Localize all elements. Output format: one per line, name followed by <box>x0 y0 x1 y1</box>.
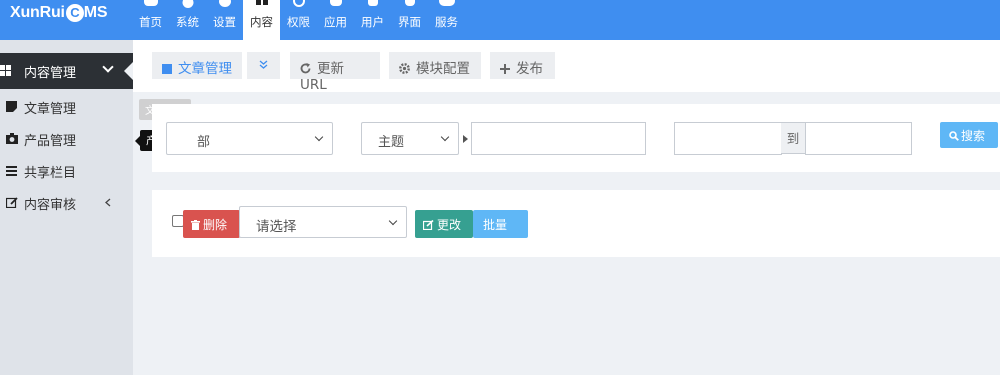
date-from-input[interactable] <box>674 122 782 155</box>
sidebar-item-article[interactable]: 文章管理 <box>0 90 133 122</box>
sidebar-item-shared-column[interactable]: 共享栏目 <box>0 154 133 186</box>
cloud-icon <box>438 0 455 6</box>
batch-button-label: 批量 <box>483 218 508 232</box>
html5-icon <box>404 0 415 6</box>
document-icon <box>162 64 172 74</box>
grid-icon <box>255 0 269 6</box>
user-circle-icon <box>292 0 305 7</box>
sidebar: 内容管理 文章管理 产品管理 共享栏目 内容审核 <box>0 40 133 375</box>
nav-item-services[interactable]: 服务 <box>428 0 465 40</box>
chevron-down-icon <box>102 61 114 73</box>
field-select-value: 主题 <box>378 135 405 150</box>
chevron-down-icon <box>314 132 324 142</box>
delete-button[interactable]: 删除 <box>183 210 240 238</box>
trash-icon <box>191 220 200 230</box>
tab-label: 模块配置 <box>416 61 470 77</box>
sidebar-item-content-review[interactable]: 内容审核 <box>0 186 133 218</box>
nav-label: 权限 <box>287 15 310 29</box>
nav-label: 首页 <box>139 15 162 29</box>
logo[interactable]: XunRui C MS <box>10 4 108 22</box>
search-icon <box>949 131 959 141</box>
gears-icon <box>218 0 231 7</box>
document-icon <box>6 101 17 112</box>
nav-item-content[interactable]: 内容 <box>243 0 280 40</box>
top-navbar: XunRui C MS 首页 系统 设置 内容 权限 应用 用户 界面 服务 <box>0 0 1000 40</box>
delete-button-label: 删除 <box>203 218 228 232</box>
nav-item-interface[interactable]: 界面 <box>391 0 428 40</box>
tab-label: 发布 <box>516 61 543 77</box>
search-button-label: 搜索 <box>961 129 986 143</box>
tab-publish[interactable]: 发布 <box>490 52 555 79</box>
nav-label: 应用 <box>324 15 347 29</box>
change-button[interactable]: 更改 <box>415 210 473 238</box>
keyword-input[interactable] <box>471 122 646 155</box>
chevron-down-icon <box>388 216 398 226</box>
nav-label: 服务 <box>435 15 458 29</box>
nav-label: 内容 <box>250 15 273 29</box>
refresh-icon <box>300 63 311 74</box>
chevron-left-icon <box>105 198 111 207</box>
search-button[interactable]: 搜索 <box>940 122 998 148</box>
nav-item-apps[interactable]: 应用 <box>317 0 354 40</box>
nav-label: 用户 <box>361 15 384 29</box>
chevron-down-icon <box>486 238 493 243</box>
puzzle-icon <box>329 0 342 6</box>
edit-icon <box>6 197 18 208</box>
camera-icon <box>6 133 18 144</box>
tab-more-dropdown[interactable] <box>247 52 280 79</box>
chevron-down-icon <box>440 132 450 142</box>
batch-dropdown-button[interactable]: 批量 <box>473 210 528 243</box>
batch-select-placeholder: 请选择 <box>256 219 297 235</box>
sidebar-item-label: 共享栏目 <box>24 166 77 181</box>
home-icon <box>143 0 158 6</box>
plus-icon <box>500 64 510 74</box>
nav-item-system[interactable]: 系统 <box>169 0 206 40</box>
category-select[interactable]: 部 <box>166 122 333 155</box>
nav-label: 设置 <box>213 15 236 29</box>
sidebar-item-label: 产品管理 <box>24 134 77 149</box>
nav-item-users[interactable]: 用户 <box>354 0 391 40</box>
logo-text-prefix: XunRui <box>10 4 65 21</box>
logo-c-badge: C <box>65 4 84 22</box>
nav-item-home[interactable]: 首页 <box>132 0 169 40</box>
logo-text-suffix: MS <box>83 4 108 21</box>
sidebar-section-content-management[interactable]: 内容管理 <box>0 53 133 89</box>
caret-right-icon <box>463 135 468 143</box>
tab-article-management[interactable]: 文章管理 <box>152 52 242 79</box>
list-icon <box>6 166 17 176</box>
field-select[interactable]: 主题 <box>361 122 459 155</box>
user-icon <box>367 0 378 6</box>
change-button-label: 更改 <box>437 218 462 232</box>
sidebar-item-label: 内容审核 <box>24 198 77 213</box>
nav-label: 系统 <box>176 15 199 29</box>
globe-icon <box>182 0 193 8</box>
top-nav-menu: 首页 系统 设置 内容 权限 应用 用户 界面 服务 <box>132 0 465 40</box>
nav-label: 界面 <box>398 15 421 29</box>
tab-label: 文章管理 <box>178 61 232 77</box>
date-to-input[interactable] <box>805 122 912 155</box>
tab-update-url[interactable]: 更新URL <box>290 52 380 93</box>
grid-icon <box>0 65 12 76</box>
nav-item-settings[interactable]: 设置 <box>206 0 243 40</box>
gear-icon <box>399 63 410 74</box>
category-select-value: 部 <box>197 135 211 150</box>
active-indicator <box>124 62 133 80</box>
edit-icon <box>422 219 434 231</box>
batch-action-select[interactable]: 请选择 <box>239 206 407 238</box>
tab-module-config[interactable]: 模块配置 <box>389 52 481 79</box>
sidebar-section-label: 内容管理 <box>24 66 77 81</box>
nav-item-permissions[interactable]: 权限 <box>280 0 317 40</box>
sidebar-item-product[interactable]: 产品管理 <box>0 122 133 154</box>
tab-bar: 文章管理 更新URL 模块配置 发布 <box>133 40 1000 93</box>
to-label: 到 <box>781 122 805 154</box>
double-chevron-down-icon <box>259 60 268 69</box>
sidebar-item-label: 文章管理 <box>24 102 77 117</box>
